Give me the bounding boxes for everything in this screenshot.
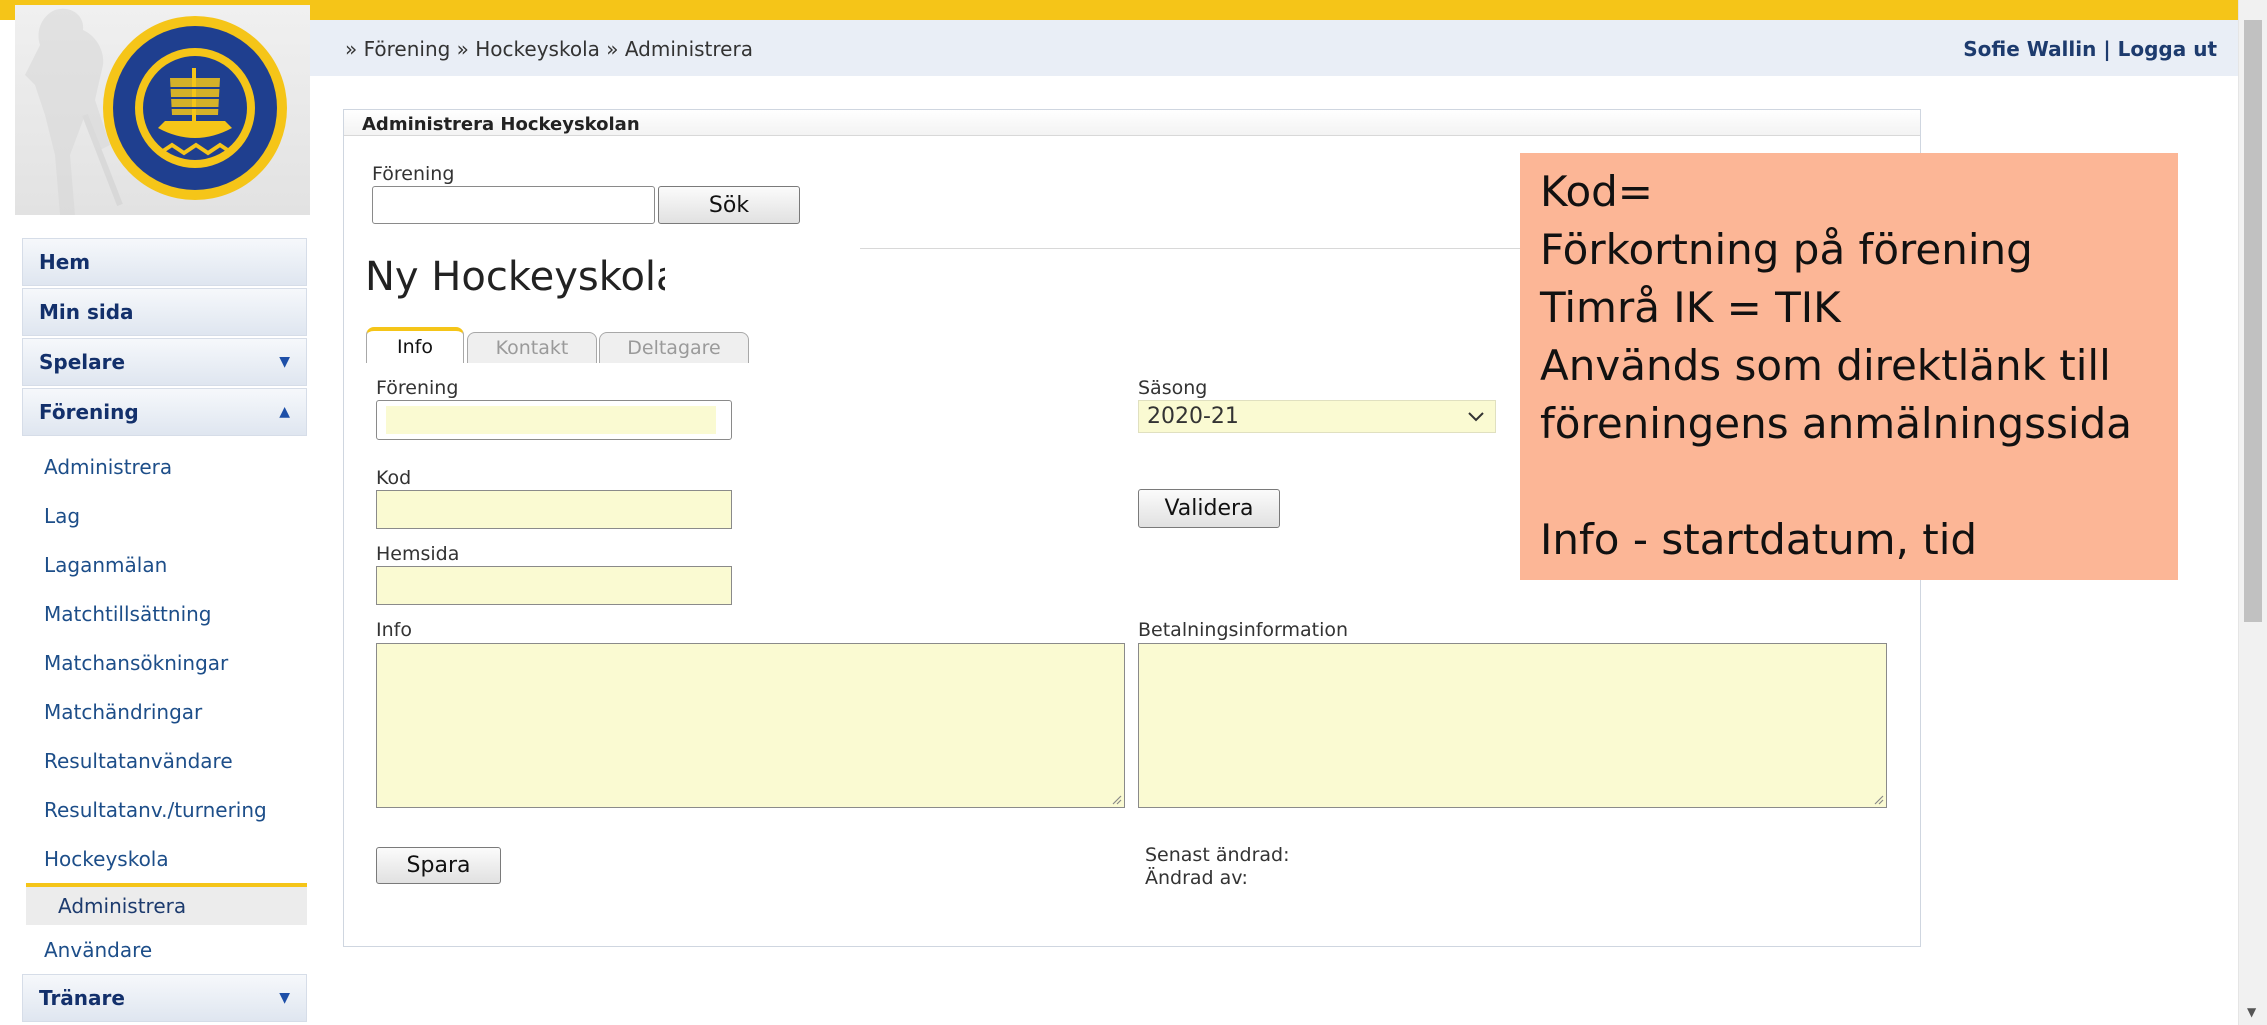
sidebar-sub-hockeyskola[interactable]: Hockeyskola bbox=[22, 834, 307, 883]
sidebar-sub-resultatanv-turnering[interactable]: Resultatanv./turnering bbox=[22, 785, 307, 834]
last-changed-label: Senast ändrad: bbox=[1145, 844, 1290, 866]
note-line bbox=[1520, 453, 2178, 511]
page-title: Ny Hockeyskola bbox=[365, 254, 665, 300]
note-line: Används som direktlänk till bbox=[1540, 341, 2111, 390]
sidebar-item-label: Tränare bbox=[39, 986, 125, 1010]
betalning-textarea[interactable] bbox=[1138, 643, 1887, 808]
kod-input[interactable] bbox=[376, 490, 732, 529]
info-textarea[interactable] bbox=[376, 643, 1125, 808]
note-line: föreningens anmälningssida bbox=[1540, 399, 2132, 448]
sidebar-item-label: Förening bbox=[39, 400, 139, 424]
sasong-selected-value: 2020-21 bbox=[1147, 404, 1239, 429]
top-accent-bar bbox=[0, 0, 2240, 20]
sidebar-sub-anvandare[interactable]: Användare bbox=[22, 925, 307, 974]
note-line: Förkortning på förening bbox=[1540, 225, 2033, 274]
sidebar-sub-matchandringar[interactable]: Matchändringar bbox=[22, 687, 307, 736]
sidebar-item-tranare[interactable]: Tränare ▼ bbox=[22, 974, 307, 1022]
tab-info[interactable]: Info bbox=[366, 327, 464, 363]
sidebar-item-label: Hem bbox=[39, 250, 91, 274]
sasong-label: Säsong bbox=[1138, 377, 1208, 399]
sidebar-item-min-sida[interactable]: Min sida bbox=[22, 288, 307, 336]
sidebar-item-spelare[interactable]: Spelare ▼ bbox=[22, 338, 307, 386]
sidebar-sub-laganmalan[interactable]: Laganmälan bbox=[22, 540, 307, 589]
sidebar-sub-hockeyskola-administrera[interactable]: Administrera bbox=[26, 883, 307, 925]
search-forening-input[interactable] bbox=[372, 186, 655, 224]
save-button[interactable]: Spara bbox=[376, 847, 501, 884]
note-line: Timrå IK = TIK bbox=[1540, 283, 1841, 332]
user-separator: | bbox=[2103, 37, 2111, 61]
sasong-select[interactable]: 2020-21 bbox=[1138, 400, 1496, 433]
note-line: Info - startdatum, tid bbox=[1540, 515, 1978, 564]
sidebar-nav: Hem Min sida Spelare ▼ Förening ▲ Admini… bbox=[22, 238, 307, 1024]
sidebar-sub-resultatanvandare[interactable]: Resultatanvändare bbox=[22, 736, 307, 785]
tab-deltagare[interactable]: Deltagare bbox=[599, 332, 749, 363]
sidebar-item-forening[interactable]: Förening ▲ bbox=[22, 388, 307, 436]
chevron-down-icon bbox=[1468, 411, 1484, 421]
logout-link[interactable]: Logga ut bbox=[2118, 37, 2217, 61]
annotation-note: Kod= Förkortning på förening Timrå IK = … bbox=[1520, 153, 2178, 580]
breadcrumb: » Förening » Hockeyskola » Administrera bbox=[345, 37, 753, 61]
sidebar-sub-lag[interactable]: Lag bbox=[22, 491, 307, 540]
kod-label: Kod bbox=[376, 467, 412, 489]
user-area: Sofie Wallin | Logga ut bbox=[1963, 37, 2217, 61]
sidebar-item-hem[interactable]: Hem bbox=[22, 238, 307, 286]
hemsida-input[interactable] bbox=[376, 566, 732, 605]
forening-field[interactable] bbox=[376, 400, 732, 440]
user-name-link[interactable]: Sofie Wallin bbox=[1963, 37, 2096, 61]
resize-handle-icon[interactable] bbox=[1110, 793, 1122, 805]
page-scrollbar[interactable]: ▼ bbox=[2238, 0, 2267, 1025]
search-button[interactable]: Sök bbox=[658, 186, 800, 224]
validate-button[interactable]: Validera bbox=[1138, 489, 1280, 528]
chevron-down-icon: ▼ bbox=[279, 990, 290, 1006]
resize-handle-icon[interactable] bbox=[1872, 793, 1884, 805]
changed-by-label: Ändrad av: bbox=[1145, 867, 1248, 889]
forening-label: Förening bbox=[376, 377, 459, 399]
sidebar-sub-administrera[interactable]: Administrera bbox=[22, 442, 307, 491]
sidebar-item-label: Min sida bbox=[39, 300, 134, 324]
hemsida-label: Hemsida bbox=[376, 543, 460, 565]
scroll-down-icon[interactable]: ▼ bbox=[2247, 1005, 2256, 1019]
logo-area bbox=[15, 5, 310, 215]
scrollbar-thumb[interactable] bbox=[2244, 20, 2262, 622]
info-label: Info bbox=[376, 619, 412, 641]
panel-title: Administrera Hockeyskolan bbox=[344, 110, 1920, 136]
sidebar-sub-matchansokningar[interactable]: Matchansökningar bbox=[22, 638, 307, 687]
forening-field-value bbox=[386, 406, 716, 434]
federation-logo bbox=[103, 16, 287, 200]
sidebar-sub-matchtillsattning[interactable]: Matchtillsättning bbox=[22, 589, 307, 638]
search-forening-label: Förening bbox=[372, 163, 455, 185]
chevron-down-icon: ▼ bbox=[279, 354, 290, 370]
sidebar-item-label: Spelare bbox=[39, 350, 126, 374]
chevron-up-icon: ▲ bbox=[279, 404, 290, 420]
note-line: Kod= bbox=[1540, 167, 1653, 216]
betalning-label: Betalningsinformation bbox=[1138, 619, 1349, 641]
tab-kontakt[interactable]: Kontakt bbox=[467, 332, 597, 363]
